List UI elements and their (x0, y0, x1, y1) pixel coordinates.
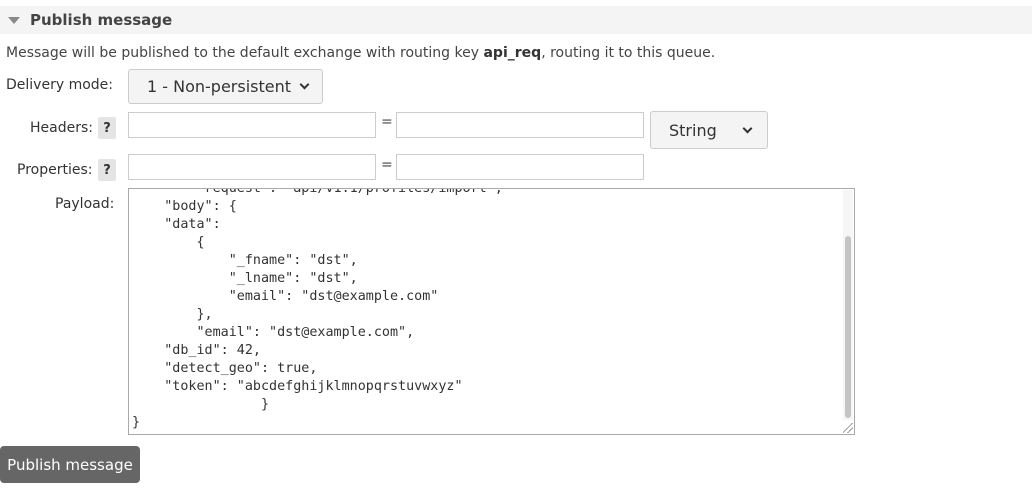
header-type-select[interactable]: String (650, 111, 768, 149)
publish-message-button[interactable]: Publish message (0, 446, 140, 483)
property-value-input[interactable] (396, 154, 644, 180)
chevron-down-icon (299, 79, 310, 90)
payload-label: Payload: (55, 196, 115, 212)
routing-key: api_req (483, 45, 542, 61)
intro-prefix: Message will be published to the default… (6, 45, 484, 61)
headers-equals: = (381, 114, 393, 130)
section-header[interactable]: Publish message (0, 6, 1032, 34)
intro-text: Message will be published to the default… (6, 45, 715, 61)
properties-equals: = (381, 157, 393, 173)
header-type-value: String (669, 120, 717, 140)
delivery-mode-value: 1 - Non-persistent (147, 77, 292, 96)
payload-text[interactable]: "request": "api/v1.1/profiles/import", "… (132, 189, 503, 432)
headers-label: Headers: (30, 120, 93, 136)
delivery-mode-label: Delivery mode: (6, 77, 113, 93)
resize-grip-icon[interactable] (843, 423, 853, 433)
payload-textarea[interactable]: "request": "api/v1.1/profiles/import", "… (128, 188, 855, 435)
payload-scrollbar[interactable] (843, 190, 853, 420)
header-key-input[interactable] (128, 112, 376, 138)
properties-label: Properties: (17, 162, 93, 178)
collapse-triangle-icon[interactable] (8, 16, 20, 24)
payload-scrollbar-thumb[interactable] (845, 236, 851, 418)
intro-suffix: , routing it to this queue. (541, 45, 716, 61)
properties-help-button[interactable]: ? (98, 159, 116, 181)
headers-help-button[interactable]: ? (98, 117, 116, 139)
section-title: Publish message (30, 11, 173, 29)
delivery-mode-select[interactable]: 1 - Non-persistent (128, 69, 323, 104)
header-value-input[interactable] (396, 112, 644, 138)
chevron-down-icon (742, 123, 753, 134)
property-key-input[interactable] (128, 154, 376, 180)
